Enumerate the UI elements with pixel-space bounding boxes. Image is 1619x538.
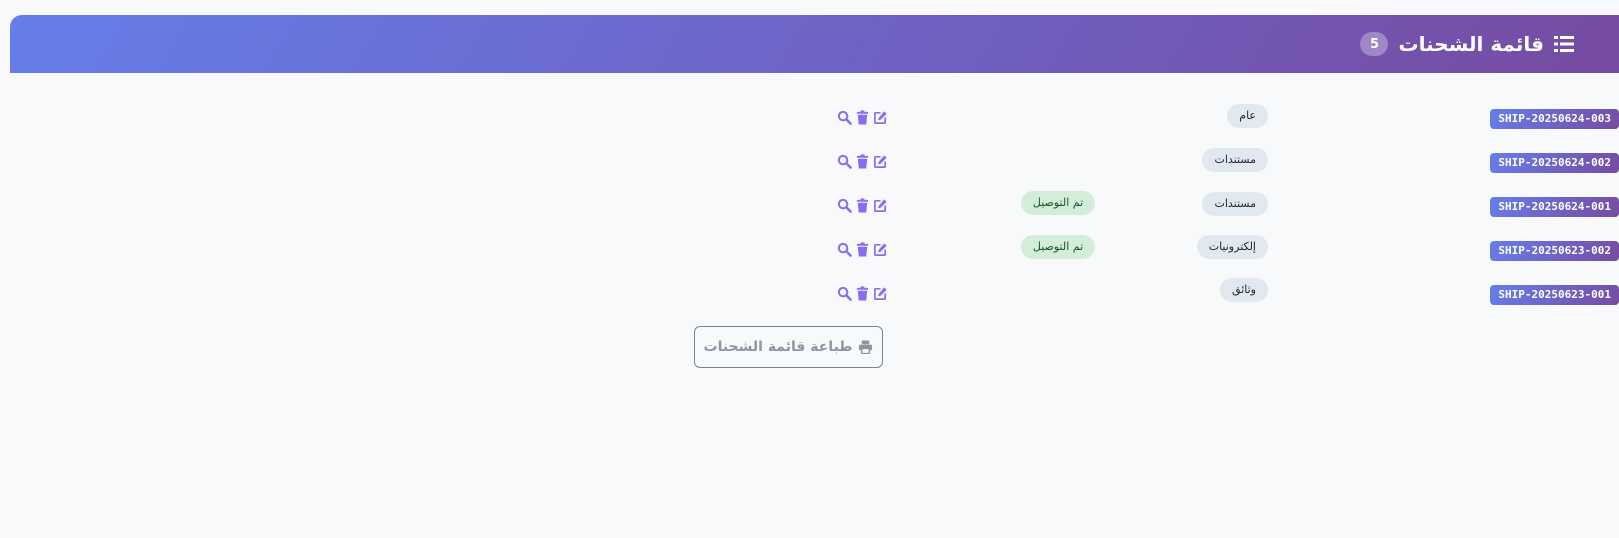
search-icon[interactable] [837,242,852,257]
search-icon[interactable] [837,286,852,301]
table-row: SHIP-20250623-001 وثائق [10,278,1619,311]
row-actions [837,107,888,127]
print-shipments-button[interactable]: طباعة قائمة الشحنات [694,326,883,368]
shipment-id-badge: SHIP-20250624-002 [1490,153,1619,173]
search-icon[interactable] [837,154,852,169]
status-badge: تم التوصيل [1021,191,1095,215]
row-actions [837,195,888,215]
category-badge: إلكترونيات [1196,235,1268,259]
list-icon [1554,36,1574,52]
shipment-id-badge: SHIP-20250623-001 [1490,285,1619,305]
edit-icon[interactable] [873,198,888,213]
row-actions [837,283,888,303]
shipment-id-badge: SHIP-20250624-001 [1490,197,1619,217]
table-row: SHIP-20250624-003 عام [10,104,1619,135]
search-icon[interactable] [837,198,852,213]
delete-icon[interactable] [855,285,870,301]
row-actions [837,151,888,171]
header-title-group: قائمة الشحنات 5 [1360,29,1574,59]
shipment-id-badge: SHIP-20250624-003 [1490,109,1619,129]
edit-icon[interactable] [873,110,888,125]
status-badge: تم التوصيل [1021,235,1095,259]
delete-icon[interactable] [855,197,870,213]
edit-icon[interactable] [873,286,888,301]
page-title: قائمة الشحنات [1398,32,1544,56]
category-badge: عام [1227,104,1268,128]
print-button-label: طباعة قائمة الشحنات [703,339,853,355]
printer-icon [859,340,873,354]
edit-icon[interactable] [873,154,888,169]
row-actions [837,239,888,259]
shipment-id-badge: SHIP-20250623-002 [1490,241,1619,261]
delete-icon[interactable] [855,109,870,125]
search-icon[interactable] [837,110,852,125]
shipments-card: قائمة الشحنات 5 SHIP-20250624-003 عام SH… [10,15,1619,538]
edit-icon[interactable] [873,242,888,257]
category-badge: مستندات [1202,192,1268,216]
delete-icon[interactable] [855,153,870,169]
table-row: SHIP-20250624-001 مستندات تم التوصيل [10,191,1619,223]
card-header: قائمة الشحنات 5 [10,15,1619,73]
table-row: SHIP-20250624-002 مستندات [10,148,1619,179]
shipment-count-badge: 5 [1360,32,1389,56]
delete-icon[interactable] [855,241,870,257]
table-row: SHIP-20250623-002 إلكترونيات تم التوصيل [10,235,1619,267]
category-badge: مستندات [1202,148,1268,172]
category-badge: وثائق [1220,278,1268,302]
